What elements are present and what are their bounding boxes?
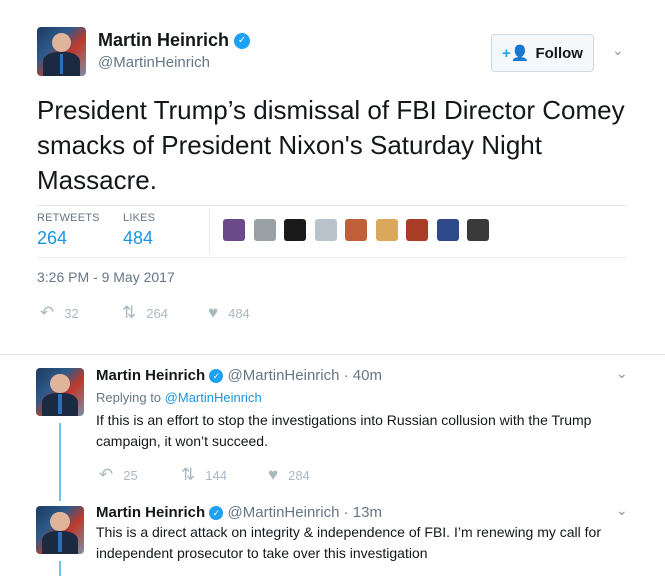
reply-avatar[interactable]: [36, 506, 84, 554]
like-action[interactable]: ♥ 484: [208, 303, 250, 323]
chevron-down-icon[interactable]: ⌄: [616, 502, 628, 519]
reply-icon: ↶: [40, 303, 55, 322]
author-name[interactable]: Martin Heinrich: [98, 30, 229, 50]
reply-author-handle[interactable]: @MartinHeinrich: [228, 367, 340, 384]
reply-count: 25: [123, 467, 138, 483]
retweets-stat[interactable]: RETWEETS 264: [37, 212, 100, 249]
thread-line: [59, 561, 61, 576]
divider: [37, 257, 627, 258]
section-divider: [0, 354, 665, 355]
follow-label: Follow: [535, 44, 583, 62]
liker-avatar[interactable]: [406, 219, 428, 241]
reply-action[interactable]: ↶ 25: [99, 465, 138, 485]
reply-text: If this is an effort to stop the investi…: [96, 412, 592, 449]
liker-avatar[interactable]: [467, 219, 489, 241]
tweet-timestamp[interactable]: 3:26 PM - 9 May 2017: [37, 269, 175, 285]
verified-badge-icon: ✓: [209, 369, 224, 384]
reply-action[interactable]: ↶ 32: [40, 303, 79, 323]
like-count: 284: [288, 467, 310, 483]
author-name-row[interactable]: Martin Heinrich ✓: [98, 30, 251, 51]
retweet-count: 264: [146, 305, 168, 321]
liker-avatar[interactable]: [436, 219, 459, 241]
tweet-text: President Trump’s dismissal of FBI Direc…: [37, 95, 625, 195]
reply-header: Martin Heinrich ✓ @MartinHeinrich · 13m: [96, 504, 382, 521]
likes-stat[interactable]: LIKES 484: [123, 212, 155, 249]
follow-button[interactable]: +👤 Follow: [491, 34, 594, 72]
liker-avatar[interactable]: [284, 219, 306, 241]
retweet-action[interactable]: ⇅ 144: [181, 465, 227, 485]
replying-to-label: Replying to: [96, 390, 162, 405]
like-action[interactable]: ♥ 284: [268, 465, 310, 485]
chevron-down-icon[interactable]: ⌄: [616, 365, 628, 382]
reply-author-name[interactable]: Martin Heinrich: [96, 367, 205, 384]
reply-author-handle[interactable]: @MartinHeinrich: [228, 504, 340, 521]
retweet-icon: ⇅: [181, 465, 196, 484]
reply-count: 32: [64, 305, 79, 321]
reply-icon: ↶: [99, 465, 114, 484]
verified-badge-icon: ✓: [209, 506, 224, 521]
stats-separator: [209, 208, 210, 253]
thread-line: [59, 423, 61, 501]
reply-time[interactable]: · 40m: [344, 367, 382, 384]
author-avatar[interactable]: [37, 27, 86, 76]
reply-text: This is a direct attack on integrity & i…: [96, 524, 602, 561]
chevron-down-icon[interactable]: ⌄: [612, 42, 624, 59]
replying-to-handle[interactable]: @MartinHeinrich: [165, 390, 262, 405]
retweet-action[interactable]: ⇅ 264: [122, 303, 168, 323]
likes-label: LIKES: [123, 212, 156, 224]
retweets-label: RETWEETS: [37, 212, 100, 224]
liker-avatar[interactable]: [314, 219, 337, 241]
liker-avatar[interactable]: [253, 219, 276, 241]
retweet-icon: ⇅: [122, 303, 137, 322]
liker-avatar[interactable]: [345, 219, 367, 241]
liker-avatar[interactable]: [223, 219, 245, 241]
heart-icon: ♥: [268, 465, 279, 484]
liker-avatar[interactable]: [375, 219, 398, 241]
retweet-count: 144: [205, 467, 227, 483]
heart-icon: ♥: [208, 303, 219, 322]
replying-to: Replying to @MartinHeinrich: [96, 390, 262, 405]
like-count: 484: [228, 305, 250, 321]
verified-badge-icon: ✓: [234, 33, 251, 50]
likes-count: 484: [123, 228, 154, 248]
reply-author-name[interactable]: Martin Heinrich: [96, 504, 205, 521]
author-handle[interactable]: @MartinHeinrich: [98, 54, 210, 71]
retweets-count: 264: [37, 228, 68, 248]
divider: [37, 205, 627, 206]
reply-avatar[interactable]: [36, 368, 84, 416]
reply-header: Martin Heinrich ✓ @MartinHeinrich · 40m: [96, 367, 382, 384]
add-user-icon: +👤: [502, 45, 530, 62]
reply-time[interactable]: · 13m: [344, 504, 382, 521]
